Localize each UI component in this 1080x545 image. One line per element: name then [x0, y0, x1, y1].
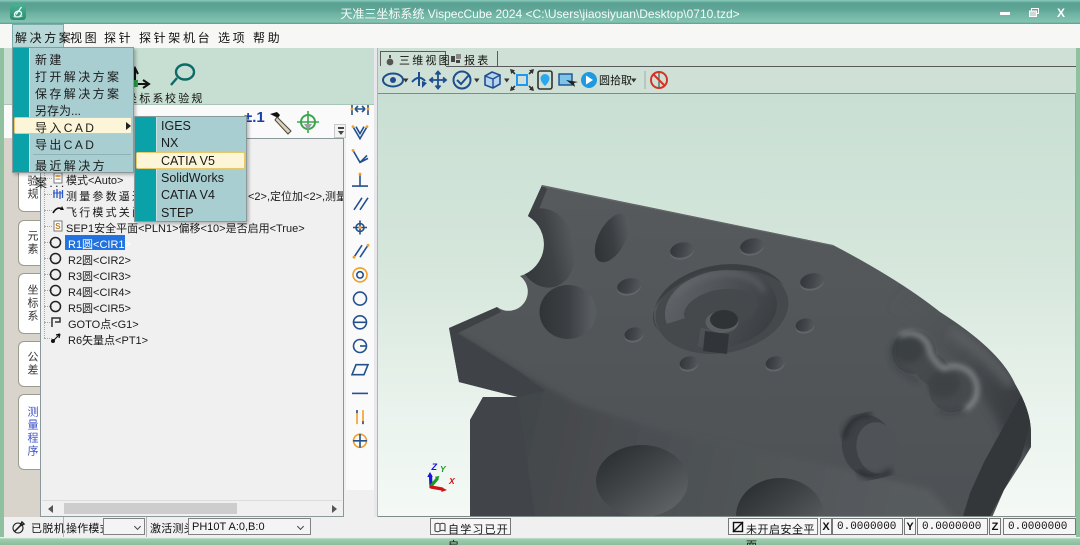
svg-text:X: X	[448, 476, 456, 486]
svg-text:Z: Z	[431, 462, 438, 472]
svg-text:圆拾取: 圆拾取	[599, 73, 632, 87]
svg-text:Y: Y	[440, 464, 447, 474]
svg-text:S: S	[55, 222, 61, 231]
